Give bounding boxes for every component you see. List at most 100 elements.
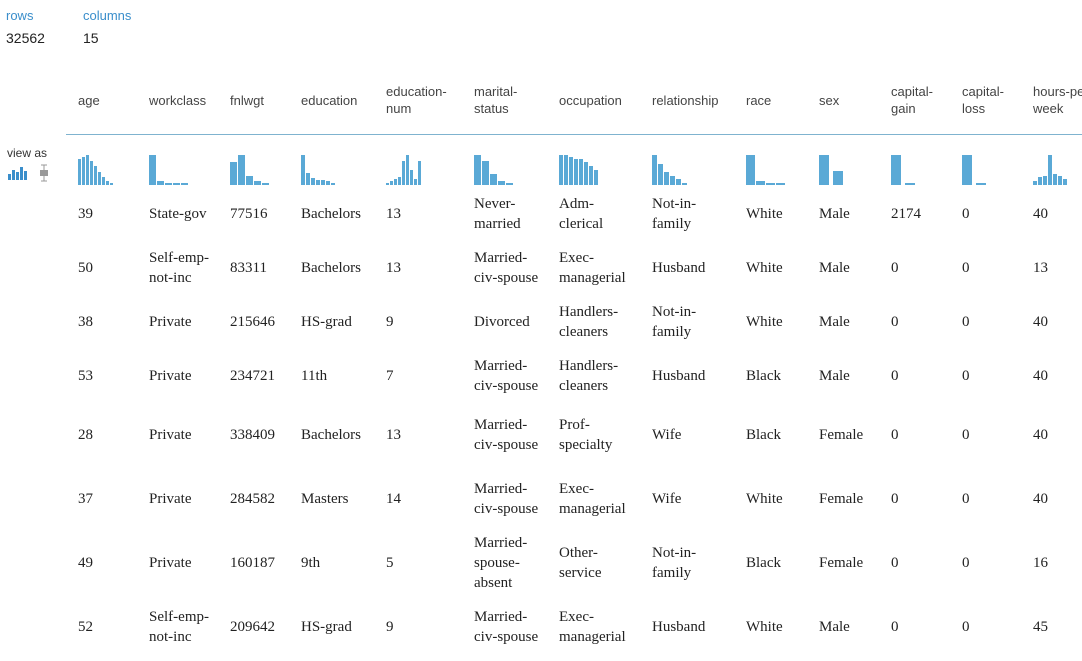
table-cell: 40 <box>1033 314 1048 330</box>
table-cell: Female <box>819 555 864 571</box>
table-cell: HS-grad <box>301 619 352 635</box>
column-histogram <box>462 135 547 188</box>
histogram-bar <box>414 179 417 185</box>
column-header[interactable]: capital-gain <box>879 66 950 135</box>
table-cell: State-gov <box>149 206 207 222</box>
column-header[interactable]: relationship <box>640 66 734 135</box>
table-cell: Exec-managerial <box>559 609 626 645</box>
column-header[interactable]: hours-per-week <box>1021 66 1082 135</box>
histogram-chart <box>474 155 513 185</box>
column-header[interactable]: workclass <box>137 66 218 135</box>
table-cell: 40 <box>1033 491 1048 507</box>
histogram-bar <box>157 181 164 185</box>
table-cell: 11th <box>301 368 328 384</box>
table-cell: 0 <box>891 427 899 443</box>
table-cell: Divorced <box>474 314 530 330</box>
column-header[interactable]: age <box>66 66 137 135</box>
histogram-chart <box>962 155 986 185</box>
column-histogram <box>734 135 807 188</box>
histogram-bar <box>658 164 663 185</box>
rows-value: 32562 <box>6 30 45 46</box>
histogram-bar <box>110 183 113 185</box>
table-cell: Private <box>149 555 192 571</box>
table-cell: 49 <box>78 555 93 571</box>
histogram-bar <box>1053 174 1057 185</box>
table-cell: 0 <box>962 555 970 571</box>
table-cell: 40 <box>1033 206 1048 222</box>
histogram-bar <box>86 155 89 185</box>
histogram-bar <box>1063 179 1067 185</box>
table-cell: 83311 <box>230 260 267 276</box>
column-histogram <box>950 135 1021 188</box>
table-cell: 284582 <box>230 491 275 507</box>
histogram-bar <box>386 183 389 185</box>
histogram-bar <box>976 183 986 185</box>
column-header[interactable]: marital-status <box>462 66 547 135</box>
table-cell: 0 <box>962 260 970 276</box>
column-histogram <box>374 135 462 188</box>
table-cell: 52 <box>78 619 93 635</box>
histogram-bar <box>402 161 405 185</box>
histogram-icon[interactable] <box>7 164 29 180</box>
table-cell: 39 <box>78 206 93 222</box>
table-cell: Not-in-family <box>652 545 697 581</box>
histogram-bar <box>891 155 901 185</box>
table-cell: Male <box>819 619 850 635</box>
header-row: age workclass fnlwgt education education-num… <box>66 66 1082 135</box>
column-header[interactable]: race <box>734 66 807 135</box>
histogram-bar <box>390 181 393 185</box>
histogram-bar <box>905 183 915 185</box>
boxplot-icon[interactable] <box>38 164 50 182</box>
histogram-bar <box>306 173 310 185</box>
column-header[interactable]: education <box>289 66 374 135</box>
table-cell: Black <box>746 427 781 443</box>
table-cell: Wife <box>652 491 682 507</box>
histogram-bar <box>398 177 401 185</box>
rows-stat: rows 32562 <box>6 8 45 47</box>
histogram-bar <box>664 172 669 185</box>
histogram-bar <box>579 159 583 185</box>
table-cell: 28 <box>78 427 93 443</box>
histogram-chart <box>746 155 785 185</box>
column-header[interactable]: occupation <box>547 66 640 135</box>
table-cell: Male <box>819 260 850 276</box>
table-cell: 16 <box>1033 555 1048 571</box>
histogram-bar <box>394 179 397 185</box>
histogram-bar <box>756 181 765 185</box>
histogram-chart <box>559 155 598 185</box>
column-header[interactable]: fnlwgt <box>218 66 289 135</box>
histogram-bar <box>498 181 505 185</box>
table-row: 53 Private 234721 11th 7 Married-civ-spouse Ha… <box>66 349 1082 403</box>
histogram-bar <box>106 181 109 185</box>
table-cell: Married-civ-spouse <box>474 609 539 645</box>
histogram-bar <box>594 170 598 185</box>
histogram-bar <box>1043 176 1047 185</box>
table-cell: 53 <box>78 368 93 384</box>
table-cell: Married-civ-spouse <box>474 481 539 517</box>
table-cell: 0 <box>962 427 970 443</box>
histogram-bar <box>652 155 657 185</box>
column-histogram <box>640 135 734 188</box>
table-cell: Male <box>819 206 850 222</box>
table-cell: Black <box>746 555 781 571</box>
histogram-bar <box>98 172 101 185</box>
table-cell: 215646 <box>230 314 275 330</box>
column-histogram <box>137 135 218 188</box>
histogram-bar <box>506 183 513 185</box>
view-as-label: view as <box>7 146 48 160</box>
table-cell: Never-married <box>474 196 521 232</box>
column-header[interactable]: education-num <box>374 66 462 135</box>
table-cell: 0 <box>891 368 899 384</box>
table-row: 52 Self-emp-not-inc 209642 HS-grad 9 Married-… <box>66 595 1082 659</box>
table-cell: 40 <box>1033 427 1048 443</box>
histogram-chart <box>78 155 113 185</box>
table-cell: Handlers-cleaners <box>559 304 619 340</box>
histogram-bar <box>406 155 409 185</box>
histogram-bar <box>1033 181 1037 185</box>
table-cell: Wife <box>652 427 682 443</box>
column-header[interactable]: capital-loss <box>950 66 1021 135</box>
table-cell: White <box>746 260 783 276</box>
column-header[interactable]: sex <box>807 66 879 135</box>
histogram-bar <box>833 171 843 185</box>
histogram-bar <box>490 174 497 185</box>
